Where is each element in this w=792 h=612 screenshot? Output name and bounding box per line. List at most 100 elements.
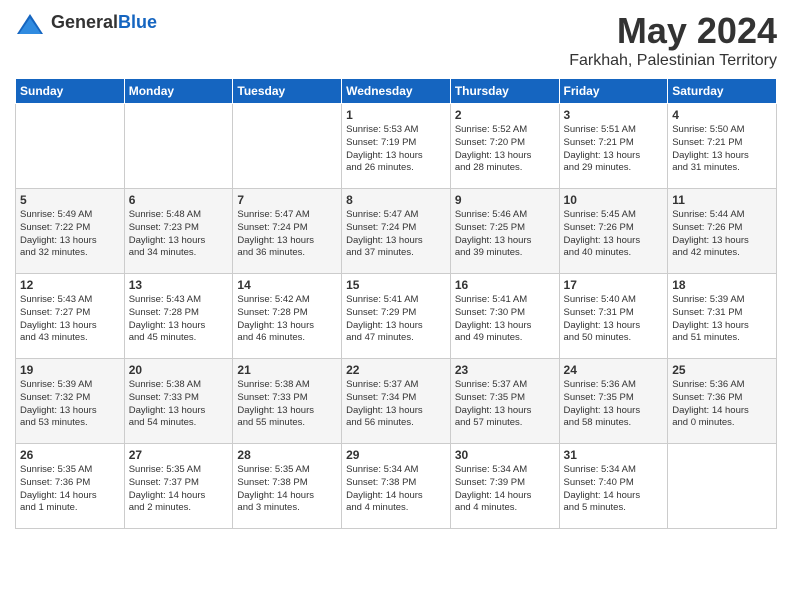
cell-info: Sunrise: 5:42 AM Sunset: 7:28 PM Dayligh… bbox=[237, 294, 337, 345]
calendar-cell-3-4: 15Sunrise: 5:41 AM Sunset: 7:29 PM Dayli… bbox=[342, 274, 451, 359]
header-day-wednesday: Wednesday bbox=[342, 79, 451, 104]
calendar-cell-2-2: 6Sunrise: 5:48 AM Sunset: 7:23 PM Daylig… bbox=[124, 189, 233, 274]
logo-general: General bbox=[51, 12, 118, 32]
calendar-cell-3-1: 12 Sunrise: 5:43 AM Sunset: 7:27 PM Dayli… bbox=[16, 274, 125, 359]
week-row-3: 12 Sunrise: 5:43 AM Sunset: 7:27 PM Dayli… bbox=[16, 274, 777, 359]
month-year-title: May 2024 bbox=[569, 10, 777, 52]
calendar-cell-2-1: 5Sunrise: 5:49 AM Sunset: 7:22 PM Daylig… bbox=[16, 189, 125, 274]
day-number: 17 bbox=[564, 278, 664, 292]
day-number: 13 bbox=[129, 278, 229, 292]
day-number: 24 bbox=[564, 363, 664, 377]
calendar-cell-4-6: 24 Sunrise: 5:36 AM Sunset: 7:35 PM Dayli… bbox=[559, 359, 668, 444]
day-number: 4 bbox=[672, 108, 772, 122]
cell-info: Sunrise: 5:34 AM Sunset: 7:39 PM Dayligh… bbox=[455, 464, 555, 515]
calendar-cell-5-7 bbox=[668, 444, 777, 529]
week-row-1: 1 Sunrise: 5:53 AM Sunset: 7:19 PM Daylig… bbox=[16, 104, 777, 189]
calendar-cell-3-3: 14 Sunrise: 5:42 AM Sunset: 7:28 PM Dayli… bbox=[233, 274, 342, 359]
calendar-cell-4-3: 21Sunrise: 5:38 AM Sunset: 7:33 PM Dayli… bbox=[233, 359, 342, 444]
day-number: 11 bbox=[672, 193, 772, 207]
header-day-tuesday: Tuesday bbox=[233, 79, 342, 104]
page-header: GeneralBlue May 2024 Farkhah, Palestinia… bbox=[15, 10, 777, 70]
calendar-cell-3-2: 13 Sunrise: 5:43 AM Sunset: 7:28 PM Dayli… bbox=[124, 274, 233, 359]
day-number: 16 bbox=[455, 278, 555, 292]
header-day-thursday: Thursday bbox=[450, 79, 559, 104]
cell-info: Sunrise: 5:39 AM Sunset: 7:31 PM Dayligh… bbox=[672, 294, 772, 345]
day-number: 2 bbox=[455, 108, 555, 122]
cell-info: Sunrise: 5:39 AM Sunset: 7:32 PM Dayligh… bbox=[20, 379, 120, 430]
calendar-cell-2-3: 7 Sunrise: 5:47 AM Sunset: 7:24 PM Daylig… bbox=[233, 189, 342, 274]
calendar-cell-1-1 bbox=[16, 104, 125, 189]
cell-info: Sunrise: 5:48 AM Sunset: 7:23 PM Dayligh… bbox=[129, 209, 229, 260]
week-row-4: 19 Sunrise: 5:39 AM Sunset: 7:32 PM Dayli… bbox=[16, 359, 777, 444]
calendar-cell-2-6: 10 Sunrise: 5:45 AM Sunset: 7:26 PM Dayli… bbox=[559, 189, 668, 274]
day-number: 25 bbox=[672, 363, 772, 377]
calendar-cell-1-6: 3Sunrise: 5:51 AM Sunset: 7:21 PM Daylig… bbox=[559, 104, 668, 189]
day-number: 3 bbox=[564, 108, 664, 122]
header-day-saturday: Saturday bbox=[668, 79, 777, 104]
header-day-monday: Monday bbox=[124, 79, 233, 104]
calendar-cell-1-3 bbox=[233, 104, 342, 189]
day-number: 7 bbox=[237, 193, 337, 207]
logo-text: GeneralBlue bbox=[51, 12, 157, 33]
day-number: 14 bbox=[237, 278, 337, 292]
cell-info: Sunrise: 5:45 AM Sunset: 7:26 PM Dayligh… bbox=[564, 209, 664, 260]
calendar-cell-5-6: 31 Sunrise: 5:34 AM Sunset: 7:40 PM Dayli… bbox=[559, 444, 668, 529]
logo: GeneralBlue bbox=[15, 10, 157, 34]
cell-info: Sunrise: 5:37 AM Sunset: 7:34 PM Dayligh… bbox=[346, 379, 446, 430]
day-number: 1 bbox=[346, 108, 446, 122]
day-number: 29 bbox=[346, 448, 446, 462]
cell-info: Sunrise: 5:43 AM Sunset: 7:27 PM Dayligh… bbox=[20, 294, 120, 345]
calendar-cell-4-1: 19 Sunrise: 5:39 AM Sunset: 7:32 PM Dayli… bbox=[16, 359, 125, 444]
cell-info: Sunrise: 5:36 AM Sunset: 7:35 PM Dayligh… bbox=[564, 379, 664, 430]
cell-info: Sunrise: 5:34 AM Sunset: 7:40 PM Dayligh… bbox=[564, 464, 664, 515]
cell-info: Sunrise: 5:37 AM Sunset: 7:35 PM Dayligh… bbox=[455, 379, 555, 430]
day-number: 12 bbox=[20, 278, 120, 292]
calendar-cell-2-7: 11Sunrise: 5:44 AM Sunset: 7:26 PM Dayli… bbox=[668, 189, 777, 274]
calendar-cell-4-2: 20Sunrise: 5:38 AM Sunset: 7:33 PM Dayli… bbox=[124, 359, 233, 444]
day-number: 27 bbox=[129, 448, 229, 462]
cell-info: Sunrise: 5:35 AM Sunset: 7:37 PM Dayligh… bbox=[129, 464, 229, 515]
calendar-header: SundayMondayTuesdayWednesdayThursdayFrid… bbox=[16, 79, 777, 104]
cell-info: Sunrise: 5:50 AM Sunset: 7:21 PM Dayligh… bbox=[672, 124, 772, 175]
day-number: 23 bbox=[455, 363, 555, 377]
calendar-cell-3-5: 16Sunrise: 5:41 AM Sunset: 7:30 PM Dayli… bbox=[450, 274, 559, 359]
calendar-cell-5-4: 29 Sunrise: 5:34 AM Sunset: 7:38 PM Dayli… bbox=[342, 444, 451, 529]
cell-info: Sunrise: 5:34 AM Sunset: 7:38 PM Dayligh… bbox=[346, 464, 446, 515]
calendar-cell-1-2 bbox=[124, 104, 233, 189]
cell-info: Sunrise: 5:36 AM Sunset: 7:36 PM Dayligh… bbox=[672, 379, 772, 430]
cell-info: Sunrise: 5:52 AM Sunset: 7:20 PM Dayligh… bbox=[455, 124, 555, 175]
day-number: 30 bbox=[455, 448, 555, 462]
cell-info: Sunrise: 5:47 AM Sunset: 7:24 PM Dayligh… bbox=[237, 209, 337, 260]
cell-info: Sunrise: 5:35 AM Sunset: 7:36 PM Dayligh… bbox=[20, 464, 120, 515]
day-number: 20 bbox=[129, 363, 229, 377]
header-day-friday: Friday bbox=[559, 79, 668, 104]
calendar-cell-5-1: 26 Sunrise: 5:35 AM Sunset: 7:36 PM Dayli… bbox=[16, 444, 125, 529]
day-number: 15 bbox=[346, 278, 446, 292]
logo-icon bbox=[15, 12, 45, 36]
cell-info: Sunrise: 5:53 AM Sunset: 7:19 PM Dayligh… bbox=[346, 124, 446, 175]
calendar-cell-1-4: 1 Sunrise: 5:53 AM Sunset: 7:19 PM Daylig… bbox=[342, 104, 451, 189]
calendar-cell-3-6: 17 Sunrise: 5:40 AM Sunset: 7:31 PM Dayli… bbox=[559, 274, 668, 359]
header-day-sunday: Sunday bbox=[16, 79, 125, 104]
calendar-cell-5-5: 30 Sunrise: 5:34 AM Sunset: 7:39 PM Dayli… bbox=[450, 444, 559, 529]
calendar-cell-1-7: 4 Sunrise: 5:50 AM Sunset: 7:21 PM Daylig… bbox=[668, 104, 777, 189]
day-number: 9 bbox=[455, 193, 555, 207]
cell-info: Sunrise: 5:49 AM Sunset: 7:22 PM Dayligh… bbox=[20, 209, 120, 260]
day-number: 19 bbox=[20, 363, 120, 377]
calendar-cell-1-5: 2 Sunrise: 5:52 AM Sunset: 7:20 PM Daylig… bbox=[450, 104, 559, 189]
calendar-cell-4-5: 23 Sunrise: 5:37 AM Sunset: 7:35 PM Dayli… bbox=[450, 359, 559, 444]
day-number: 26 bbox=[20, 448, 120, 462]
calendar-cell-2-5: 9Sunrise: 5:46 AM Sunset: 7:25 PM Daylig… bbox=[450, 189, 559, 274]
cell-info: Sunrise: 5:43 AM Sunset: 7:28 PM Dayligh… bbox=[129, 294, 229, 345]
calendar-cell-3-7: 18Sunrise: 5:39 AM Sunset: 7:31 PM Dayli… bbox=[668, 274, 777, 359]
location-subtitle: Farkhah, Palestinian Territory bbox=[569, 52, 777, 70]
calendar-cell-4-7: 25 Sunrise: 5:36 AM Sunset: 7:36 PM Dayli… bbox=[668, 359, 777, 444]
day-number: 10 bbox=[564, 193, 664, 207]
cell-info: Sunrise: 5:35 AM Sunset: 7:38 PM Dayligh… bbox=[237, 464, 337, 515]
cell-info: Sunrise: 5:40 AM Sunset: 7:31 PM Dayligh… bbox=[564, 294, 664, 345]
calendar-cell-4-4: 22Sunrise: 5:37 AM Sunset: 7:34 PM Dayli… bbox=[342, 359, 451, 444]
logo-blue: Blue bbox=[118, 12, 157, 32]
day-number: 31 bbox=[564, 448, 664, 462]
calendar-cell-5-3: 28Sunrise: 5:35 AM Sunset: 7:38 PM Dayli… bbox=[233, 444, 342, 529]
calendar-body: 1 Sunrise: 5:53 AM Sunset: 7:19 PM Daylig… bbox=[16, 104, 777, 529]
